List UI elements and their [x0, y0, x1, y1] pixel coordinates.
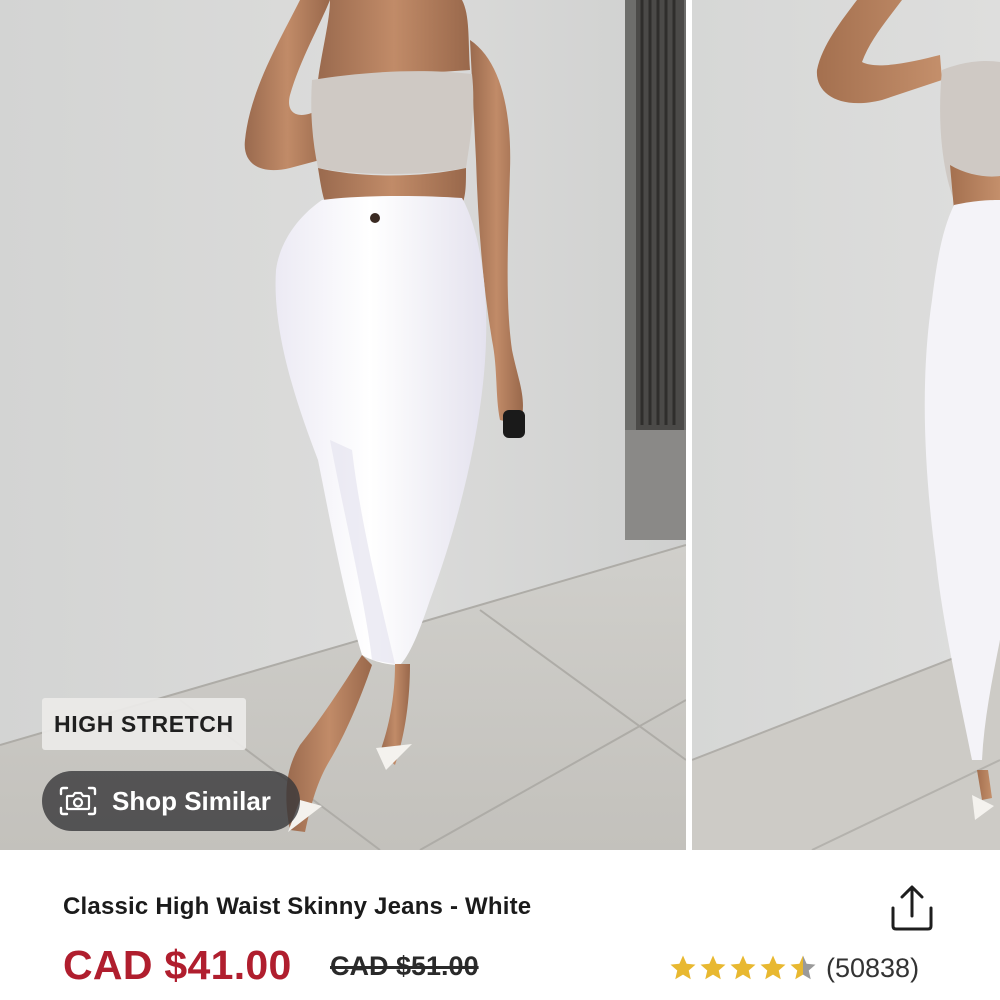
high-stretch-badge: HIGH STRETCH — [42, 698, 246, 750]
star-icon — [670, 955, 696, 980]
product-image-next[interactable] — [692, 0, 1000, 850]
star-icon — [700, 955, 726, 980]
share-button[interactable] — [889, 884, 935, 932]
camera-icon — [59, 786, 97, 816]
star-icon — [730, 955, 756, 980]
star-icon — [760, 955, 786, 980]
original-price: CAD $51.00 — [330, 951, 479, 981]
product-photo-next — [692, 0, 1000, 850]
review-count: (50838) — [826, 952, 920, 983]
share-icon — [891, 885, 933, 931]
product-image-carousel[interactable]: HIGH STRETCH Shop Similar — [0, 0, 1000, 850]
product-title: Classic High Waist Skinny Jeans - White — [63, 893, 532, 920]
shop-similar-button[interactable]: Shop Similar — [42, 771, 300, 831]
shop-similar-label: Shop Similar — [112, 785, 271, 816]
sale-price: CAD $41.00 — [63, 942, 292, 988]
star-half-icon — [790, 955, 816, 980]
product-rating[interactable]: (50838) — [668, 950, 919, 986]
rating-stars — [668, 953, 818, 983]
